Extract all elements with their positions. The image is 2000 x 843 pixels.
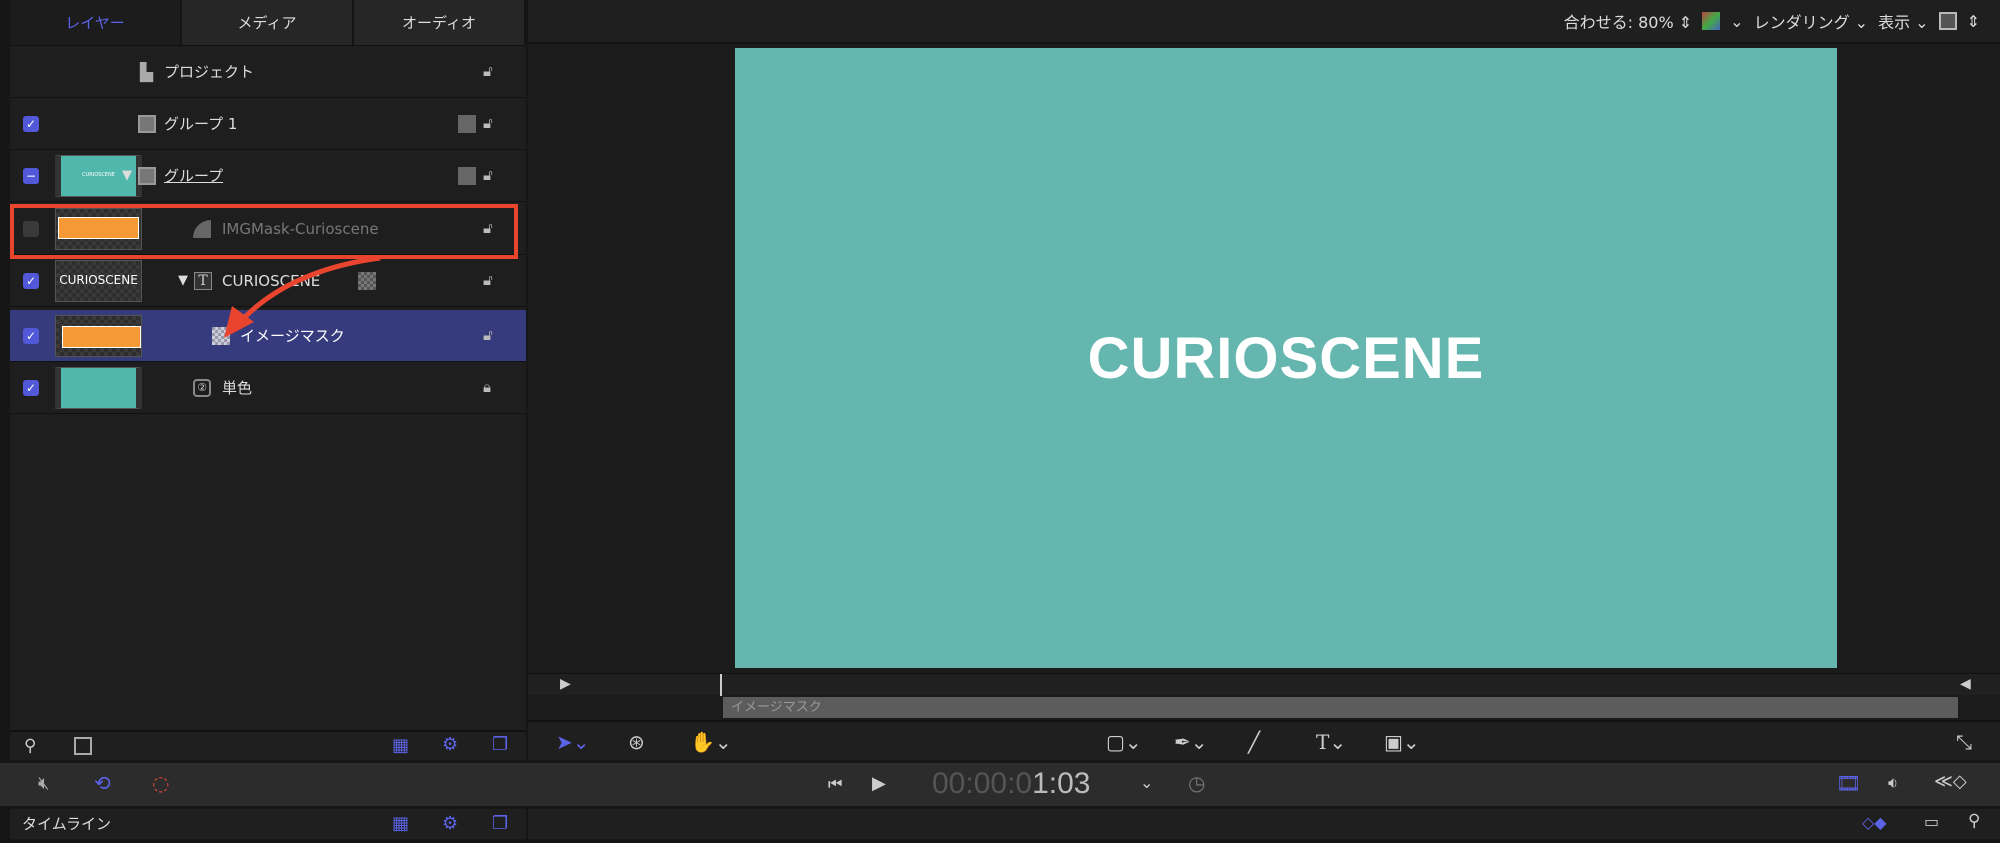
in-point-marker[interactable]: ▶: [560, 676, 571, 692]
unlock-icon[interactable]: 🔓︎: [483, 326, 503, 346]
timer-icon[interactable]: ◷: [1188, 771, 1205, 795]
zoom-fit-dropdown[interactable]: 合わせる: 80% ⇕: [1564, 9, 1693, 33]
chevron-down-icon[interactable]: ⌄: [1140, 773, 1153, 792]
document-icon: ▙: [140, 63, 154, 83]
go-to-start-icon[interactable]: ⏮: [828, 774, 842, 794]
timeline-header: タイムライン ▦ ⚙ ❐: [10, 809, 526, 839]
layers-stack-icon[interactable]: ❐: [492, 809, 508, 839]
unlock-icon[interactable]: 🔓︎: [483, 271, 503, 291]
paint-brush-icon[interactable]: ╱: [1248, 730, 1260, 754]
timeline-toolbar: ◇◆ ▭ ⚲: [528, 809, 2000, 839]
filters-icon[interactable]: ▦: [392, 735, 409, 756]
layer-checkbox-mixed[interactable]: −: [23, 168, 39, 184]
tab-layers[interactable]: レイヤー: [10, 0, 182, 45]
render-dropdown[interactable]: レンダリング ⌄: [1754, 9, 1869, 33]
canvas-title-text[interactable]: CURIOSCENE: [1088, 325, 1485, 392]
layer-checkbox[interactable]: ✓: [23, 380, 39, 396]
hand-tool-icon[interactable]: ✋⌄: [690, 730, 732, 754]
mute-icon[interactable]: 🔇︎: [38, 773, 49, 794]
tab-audio[interactable]: オーディオ: [354, 0, 526, 45]
blend-icon: [458, 115, 476, 133]
tab-media[interactable]: メディア: [182, 0, 354, 45]
layer-name: 単色: [222, 379, 253, 397]
behaviors-icon[interactable]: ⚙: [442, 734, 458, 755]
unlock-icon[interactable]: 🔓︎: [483, 166, 503, 186]
keyframe-icon[interactable]: ◇◆: [1862, 813, 1887, 832]
snapping-icon[interactable]: ▭: [1924, 812, 1939, 831]
3d-transform-icon[interactable]: ⊛: [628, 730, 645, 754]
layers-stack-icon[interactable]: ❐: [492, 734, 508, 755]
view-dropdown[interactable]: 表示 ⌄: [1878, 9, 1929, 33]
panel-tabs: レイヤー メディア オーディオ: [10, 0, 526, 46]
stepper-icon[interactable]: ⇕: [1967, 12, 1980, 31]
mini-timeline-ruler[interactable]: ▶ ◀: [528, 673, 2000, 696]
generator-icon: ②: [193, 379, 211, 397]
layer-row-project[interactable]: ▙ プロジェクト 🔓︎: [10, 46, 526, 98]
canvas[interactable]: CURIOSCENE: [735, 48, 1837, 668]
viewer: 合わせる: 80% ⇕ ⌄ レンダリング ⌄ 表示 ⌄ ⇕ CURIOSCENE…: [528, 0, 2000, 760]
layer-checkbox[interactable]: ✓: [23, 273, 39, 289]
pen-tool-icon[interactable]: ✒⌄: [1174, 730, 1208, 754]
group-icon: [138, 167, 156, 185]
blend-icon: [458, 167, 476, 185]
canvas-tools: ➤⌄ ⊛ ✋⌄ ▢⌄ ✒⌄ ╱ T⌄ ▣⌄ ⤡: [528, 720, 2000, 760]
fullscreen-icon[interactable]: ⤡: [1956, 730, 1972, 754]
unlock-icon[interactable]: 🔓︎: [483, 114, 503, 134]
text-tool-icon[interactable]: T⌄: [1316, 730, 1346, 754]
layer-checkbox[interactable]: ✓: [23, 116, 39, 132]
layer-name: プロジェクト: [164, 63, 255, 81]
search-icon[interactable]: ⚲: [24, 736, 36, 756]
mask-tool-icon[interactable]: ▣⌄: [1384, 730, 1420, 754]
keyframes-icon[interactable]: ≪◇: [1934, 771, 1967, 792]
loop-icon[interactable]: ⟲: [94, 771, 111, 795]
timeline-label: タイムライン: [22, 815, 111, 833]
disclosure-triangle-icon[interactable]: ▼: [178, 255, 188, 307]
layer-thumbnail: [55, 315, 142, 357]
layer-thumbnail: CURIOSCENE: [55, 260, 142, 302]
disclosure-triangle-icon[interactable]: ▼: [122, 150, 132, 202]
layer-name: グループ 1: [164, 115, 238, 133]
transport-bar: 🔇︎ ⟲ ◌ ⏮ ▶ 00:00:01:03 ⌄ ◷ 🎞︎ 🔉︎ ≪◇: [0, 763, 2000, 806]
mini-timeline-clip[interactable]: イメージマスク: [723, 697, 1958, 718]
viewer-toolbar: 合わせる: 80% ⇕ ⌄ レンダリング ⌄ 表示 ⌄ ⇕: [528, 0, 2000, 44]
color-channel-icon[interactable]: [1702, 12, 1721, 30]
record-icon[interactable]: ◌: [152, 771, 169, 795]
layer-row-group1[interactable]: ✓ グループ 1 🔓︎: [10, 98, 526, 150]
layer-name: グループ: [164, 167, 224, 185]
unlock-icon[interactable]: 🔓︎: [483, 62, 503, 82]
group-icon: [138, 115, 156, 133]
layout-icon[interactable]: [74, 737, 92, 755]
filters-icon[interactable]: ▦: [392, 809, 409, 839]
view-layout-icon[interactable]: [1938, 12, 1957, 30]
timecode[interactable]: 00:00:01:03: [932, 767, 1090, 801]
playhead[interactable]: [720, 674, 722, 696]
select-tool-icon[interactable]: ➤⌄: [556, 730, 590, 754]
layer-thumbnail: [55, 367, 142, 409]
layer-row-solid-color[interactable]: ✓ ② 単色 🔒︎: [10, 362, 526, 414]
audio-icon[interactable]: 🔉︎: [1888, 773, 1898, 793]
zoom-icon[interactable]: ⚲: [1968, 811, 1980, 831]
lock-icon[interactable]: 🔒︎: [483, 378, 503, 398]
behaviors-icon[interactable]: ⚙: [442, 809, 458, 839]
layers-panel: レイヤー メディア オーディオ ▙ プロジェクト 🔓︎ ✓ グループ 1 🔓︎ …: [10, 0, 526, 760]
layers-footer: ⚲ ▦ ⚙ ❐: [10, 730, 526, 760]
layer-checkbox[interactable]: ✓: [23, 328, 39, 344]
out-point-marker[interactable]: ◀: [1960, 676, 1971, 692]
video-timeline-icon[interactable]: 🎞︎: [1836, 771, 1861, 795]
annotation-arrow: [224, 255, 381, 338]
chevron-down-icon[interactable]: ⌄: [1730, 12, 1743, 31]
layer-row-group[interactable]: − CURIOSCENE ▼ グループ 🔓︎: [10, 150, 526, 202]
shape-tool-icon[interactable]: ▢⌄: [1106, 730, 1142, 754]
play-icon[interactable]: ▶: [872, 773, 886, 794]
